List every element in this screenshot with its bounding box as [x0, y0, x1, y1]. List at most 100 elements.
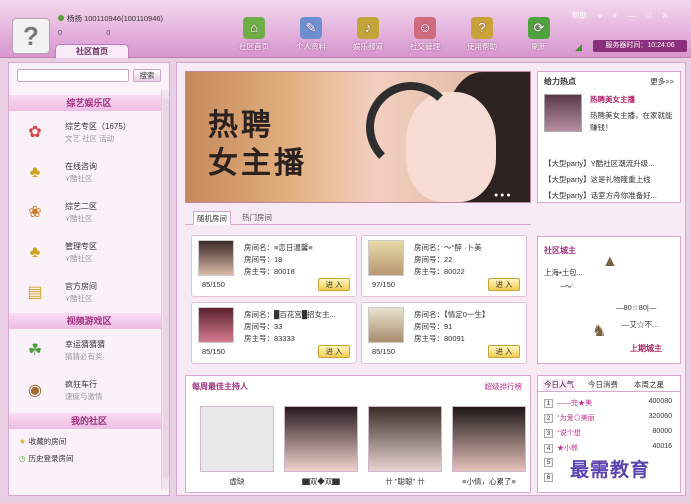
last-city-lord-link[interactable]: 上期城主	[630, 343, 662, 354]
close-button[interactable]: ✕	[662, 11, 668, 20]
search-input[interactable]	[17, 69, 129, 82]
room-card[interactable]: 85/150 房间名：≡恋日温馨≡ 房间号：18 房主号：80018 进 入	[191, 235, 357, 297]
ranking-row[interactable]: 4 ★小郎 40016	[544, 443, 676, 455]
tab-today-popularity[interactable]: 今日人气	[542, 379, 576, 390]
room-thumbnail[interactable]	[368, 307, 404, 343]
maximize-button[interactable]: □	[646, 11, 651, 20]
user-avatar[interactable]: ?	[12, 18, 50, 54]
city-lord-panel: 社区城主 ▲ 上海•土包... ~〜` —80☆80|— —艾☆不... ♞ 上…	[537, 236, 681, 364]
sidebar-item-variety-zone[interactable]: ✿ 综艺专区（1675） 文艺 社区 活动	[23, 119, 163, 153]
enter-room-button[interactable]: 进 入	[318, 278, 350, 291]
sidebar-item-lucky-guess[interactable]: ☘ 幸运猜猜猜 猜猜必有奖	[23, 337, 163, 371]
room-card[interactable]: 97/150 房间名：〜°醉 ·卜美 房间号：22 房主号：80022 进 入	[361, 235, 527, 297]
hot-topics-title: 给力热点	[544, 77, 576, 86]
tab-community-home[interactable]: 社区首页	[55, 44, 129, 58]
room-card[interactable]: 85/150 房间名：【情定0一生】 房间号：91 房主号：80091 进 入	[361, 302, 527, 364]
favorite-rooms-link[interactable]: ★ 收藏的房间	[19, 436, 66, 447]
minimize-button[interactable]: —	[628, 11, 636, 20]
bouquet-icon: ❀	[28, 204, 42, 221]
window-controls: 帮助 ▾ ▾ — □ ✕	[572, 10, 677, 21]
section-my-community[interactable]: 我的社区	[9, 413, 169, 429]
flowers-icon: ✿	[28, 124, 42, 141]
hot-topic-title[interactable]: 热聘美女主播	[590, 94, 635, 105]
hot-topics-panel: 给力热点 更多>> 热聘美女主播 热聘美女主播，在家就能赚钱！ 【大型party…	[537, 71, 681, 203]
nav-entertainment[interactable]: ♪ 娱乐频道	[344, 17, 392, 55]
home-icon: ⌂	[243, 17, 265, 39]
more-link[interactable]: 更多>>	[650, 76, 674, 87]
enter-room-button[interactable]: 进 入	[488, 345, 520, 358]
enter-room-button[interactable]: 进 入	[318, 345, 350, 358]
hot-topic-image[interactable]	[544, 94, 582, 132]
coin-amount-2: 0	[106, 28, 111, 37]
host-photo[interactable]	[284, 406, 358, 472]
ranking-tabs: 今日人气 今日消费 本周之星	[538, 376, 680, 392]
sidebar-item-consult[interactable]: ♣ 在线咨询 Y酷社区	[23, 159, 163, 193]
title-bar: ? 杨扬 100110946(100110946) 0 0 社区首页 ⌂ 社区首页…	[0, 0, 691, 58]
profile-edit-icon: ✎	[300, 17, 322, 39]
host-avatar-placeholder[interactable]	[200, 406, 274, 472]
section-variety[interactable]: 综艺娱乐区	[9, 95, 169, 111]
tab-random-rooms[interactable]: 随机房间	[193, 211, 231, 225]
hot-news-item[interactable]: 【大型party】话室方舟你准备好...	[544, 190, 657, 201]
host-photo[interactable]	[452, 406, 526, 472]
room-thumbnail[interactable]	[198, 240, 234, 276]
users-icon: ☺	[414, 17, 436, 39]
help-icon: ?	[471, 17, 493, 39]
nav-help[interactable]: ? 使用帮助	[458, 17, 506, 55]
section-video-games[interactable]: 视频游戏区	[9, 313, 169, 329]
weekly-hosts-panel: 每周最佳主持人 超级排行榜 虚缺 ▇双◆双▇ 卄 "聪聪" 卄 ≡小倩，心累了≡	[185, 375, 531, 493]
sidebar-scrollbar[interactable]	[161, 90, 169, 490]
refresh-icon: ⟳	[528, 17, 550, 39]
scrollbar-thumb[interactable]	[163, 98, 169, 478]
hot-news-item[interactable]: 【大型party】这是礼物隆重上线	[544, 174, 651, 185]
tab-week-star[interactable]: 本周之星	[634, 379, 664, 390]
enter-room-button[interactable]: 进 入	[488, 278, 520, 291]
user-info: 杨扬 100110946(100110946)	[58, 13, 163, 24]
history-icon: ◷	[19, 454, 26, 463]
signal-icon: ◢	[575, 42, 582, 52]
bird-icon: ♣	[29, 164, 41, 181]
sidebar-item-variety-2[interactable]: ❀ 综艺二区 Y酷社区	[23, 199, 163, 233]
tab-hot-rooms[interactable]: 热门房间	[239, 211, 275, 224]
nav-refresh[interactable]: ⟳ 刷新	[515, 17, 563, 55]
host-photo[interactable]	[368, 406, 442, 472]
room-tabs: 随机房间 热门房间	[185, 209, 531, 225]
nav-social[interactable]: ☺ 社交管理	[401, 17, 449, 55]
super-ranking-link[interactable]: 超级排行榜	[485, 381, 523, 392]
car-icon: ◉	[28, 382, 42, 399]
banner-pager-dots[interactable]: ● ● ●	[494, 192, 511, 199]
skin-menu-icon[interactable]: ▾	[598, 11, 602, 20]
history-rooms-link[interactable]: ◷ 历史登录房间	[19, 453, 74, 464]
menu-dropdown-icon[interactable]: ▾	[613, 11, 617, 20]
sidebar-item-admin[interactable]: ♣ 管理专区 Y酷社区	[23, 239, 163, 273]
bird-icon: ♣	[29, 244, 41, 261]
ranking-row[interactable]: 3 °说个想 80000	[544, 428, 676, 440]
clover-icon: ☘	[27, 342, 43, 359]
banner-title-line2: 女主播	[208, 146, 307, 181]
ranking-row[interactable]: 2 °为爱⊙美丽 320060	[544, 413, 676, 425]
coin-bar: 0 0	[58, 28, 152, 37]
sidebar-item-official[interactable]: ▤ 官方房间 Y酷社区	[23, 279, 163, 313]
room-thumbnail[interactable]	[198, 307, 234, 343]
weekly-hosts-title: 每周最佳主持人	[192, 382, 248, 391]
online-status-icon[interactable]	[58, 15, 64, 21]
hot-news-item[interactable]: 【大型party】Y酷社区潮流升级...	[544, 158, 654, 169]
castle-icon: ▲	[602, 253, 618, 270]
room-thumbnail[interactable]	[368, 240, 404, 276]
room-card[interactable]: 85/150 房间名：█百花宫█招女主... 房间号：33 房主号：83333 …	[191, 302, 357, 364]
search-button[interactable]: 搜索	[133, 69, 161, 82]
nav-community-home[interactable]: ⌂ 社区首页	[230, 17, 278, 55]
promo-banner[interactable]: 热聘 女主播 ● ● ●	[185, 71, 531, 203]
help-link[interactable]: 帮助	[572, 11, 587, 20]
book-icon: ▤	[27, 284, 43, 301]
main-content: 热聘 女主播 ● ● ● 给力热点 更多>> 热聘美女主播 热聘美女主播，在家就…	[176, 62, 686, 496]
sidebar: 搜索 综艺娱乐区 ✿ 综艺专区（1675） 文艺 社区 活动 ♣ 在线咨询 Y酷社区 ❀…	[8, 62, 170, 496]
sidebar-item-crazy-cars[interactable]: ◉ 疯狂车行 速度与激情	[23, 377, 163, 411]
nav-profile[interactable]: ✎ 个人资料	[287, 17, 335, 55]
ranking-row[interactable]: 1 ——完★美 400080	[544, 398, 676, 410]
star-icon: ★	[19, 437, 26, 446]
entertainment-icon: ♪	[357, 17, 379, 39]
hot-topic-desc: 热聘美女主播，在家就能赚钱！	[590, 111, 673, 132]
coin-amount-1: 0	[58, 28, 63, 37]
tab-today-spending[interactable]: 今日消费	[588, 379, 618, 390]
